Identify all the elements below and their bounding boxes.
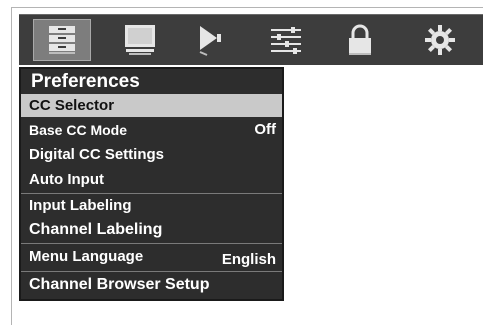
- menu-divider: [21, 193, 282, 194]
- menu-item-cc-selector[interactable]: CC Selector: [21, 94, 282, 117]
- menu-item-auto-input[interactable]: Auto Input: [21, 169, 282, 191]
- monitor-icon: [125, 25, 155, 55]
- tab-audio[interactable]: [181, 19, 239, 61]
- speaker-icon: [199, 26, 221, 56]
- menu-title: Preferences: [31, 71, 140, 92]
- menu-divider: [21, 271, 282, 272]
- menu-item-channel-browser-setup[interactable]: Channel Browser Setup: [21, 273, 282, 297]
- menu-item-label: CC Selector: [29, 97, 115, 114]
- equalizer-icon: [271, 27, 301, 54]
- menu-item-menu-language[interactable]: Menu Language English: [21, 245, 282, 268]
- menu-divider: [21, 243, 282, 244]
- menu-item-label: Channel Browser Setup: [29, 276, 210, 293]
- menu-item-label: Base CC Mode: [29, 122, 128, 138]
- lock-icon: [349, 24, 371, 55]
- tab-preferences[interactable]: [33, 19, 91, 61]
- menu-item-base-cc-mode[interactable]: Base CC Mode Off: [21, 119, 282, 141]
- tab-settings-sliders[interactable]: [257, 19, 315, 61]
- menu-item-label: Channel Labeling: [29, 221, 163, 238]
- tab-picture[interactable]: [111, 19, 169, 61]
- menu-item-input-labeling[interactable]: Input Labeling: [21, 195, 282, 217]
- menu-item-channel-labeling[interactable]: Channel Labeling: [21, 218, 282, 241]
- tab-lock[interactable]: [331, 19, 389, 61]
- preferences-icon: [49, 26, 75, 54]
- tab-setup[interactable]: [411, 19, 469, 61]
- menu-item-label: Menu Language: [29, 248, 144, 265]
- frame-top-line: [11, 7, 483, 8]
- menu-item-label: Auto Input: [29, 171, 104, 188]
- icon-bar: [19, 14, 483, 65]
- menu-item-label: Digital CC Settings: [29, 146, 165, 163]
- menu-item-value: English: [221, 251, 276, 268]
- gear-icon: [425, 25, 455, 55]
- menu-item-digital-cc-settings[interactable]: Digital CC Settings: [21, 144, 282, 166]
- frame-left-line: [11, 7, 12, 325]
- menu-item-label: Input Labeling: [29, 197, 132, 214]
- preferences-menu: Preferences CC Selector Base CC Mode Off…: [19, 67, 284, 301]
- menu-item-value: Off: [254, 121, 276, 138]
